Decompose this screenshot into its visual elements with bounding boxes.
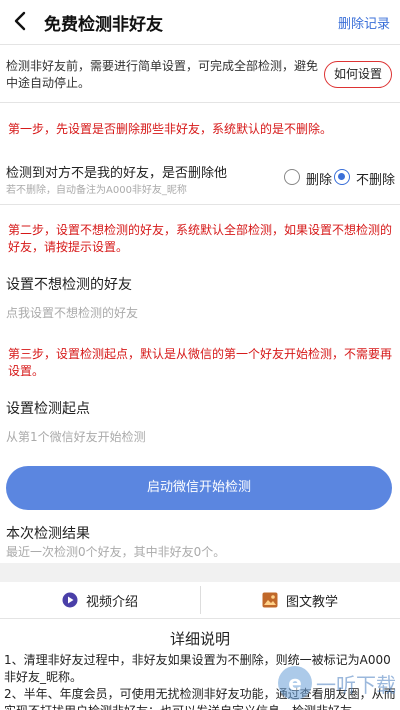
play-icon bbox=[62, 592, 78, 608]
start-detection-button[interactable]: 启动微信开始检测 bbox=[6, 466, 392, 510]
start-point-title[interactable]: 设置检测起点 bbox=[6, 398, 90, 418]
article-tutorial-label: 图文教学 bbox=[286, 594, 339, 610]
article-tutorial-tab[interactable]: 图文教学 bbox=[262, 582, 338, 618]
intro-text: 检测非好友前，需要进行简单设置，可完成全部检测，避免中途自动停止。 bbox=[6, 59, 319, 90]
watermark-logo-icon: e bbox=[278, 666, 312, 700]
delete-option-title: 检测到对方不是我的好友，是否删除他 bbox=[6, 166, 228, 181]
video-intro-label: 视频介绍 bbox=[86, 594, 139, 610]
radio-keep-label[interactable]: 不删除 bbox=[356, 169, 395, 188]
header-divider bbox=[0, 44, 400, 45]
exclude-friends-subtitle[interactable]: 点我设置不想检测的好友 bbox=[6, 304, 138, 321]
exclude-friends-title[interactable]: 设置不想检测的好友 bbox=[6, 274, 132, 294]
site-watermark: e 一听下载 bbox=[278, 666, 396, 700]
page-title: 免费检测非好友 bbox=[44, 15, 163, 35]
intro-divider bbox=[0, 102, 400, 103]
delete-option-subtitle: 若不删除，自动备注为A000非好友_昵称 bbox=[6, 185, 187, 196]
watermark-text: 一听下载 bbox=[316, 672, 396, 697]
how-to-setup-button[interactable]: 如何设置 bbox=[324, 61, 392, 88]
back-button[interactable] bbox=[8, 8, 34, 34]
step3-text: 第三步，设置检测起点，默认是从微信的第一个好友开始检测，不需要再设置。 bbox=[8, 347, 393, 378]
tabs-divider bbox=[0, 618, 400, 619]
step2-text: 第二步，设置不想检测的好友，系统默认全部检测，如果设置不想检测的好友，请按提示设… bbox=[8, 223, 393, 254]
top-bar: 免费检测非好友 删除记录 bbox=[0, 0, 400, 44]
tab-divider bbox=[200, 586, 201, 614]
section-gap bbox=[0, 563, 400, 582]
start-point-subtitle[interactable]: 从第1个微信好友开始检测 bbox=[6, 428, 146, 445]
tutorial-tabs: 视频介绍 图文教学 bbox=[0, 582, 400, 618]
result-summary: 最近一次检测0个好友，其中非好友0个。 bbox=[6, 545, 226, 559]
result-title: 本次检测结果 bbox=[6, 526, 90, 542]
option-divider bbox=[0, 204, 400, 205]
picture-icon bbox=[262, 592, 278, 608]
details-title: 详细说明 bbox=[169, 630, 230, 648]
step1-text: 第一步，先设置是否删除那些非好友，系统默认的是不删除。 bbox=[8, 122, 333, 136]
radio-delete[interactable] bbox=[284, 169, 300, 185]
delete-record-link[interactable]: 删除记录 bbox=[338, 13, 390, 32]
radio-keep[interactable] bbox=[334, 169, 350, 185]
video-intro-tab[interactable]: 视频介绍 bbox=[62, 582, 138, 618]
back-arrow-icon bbox=[14, 11, 26, 31]
radio-delete-label[interactable]: 删除 bbox=[306, 169, 332, 188]
